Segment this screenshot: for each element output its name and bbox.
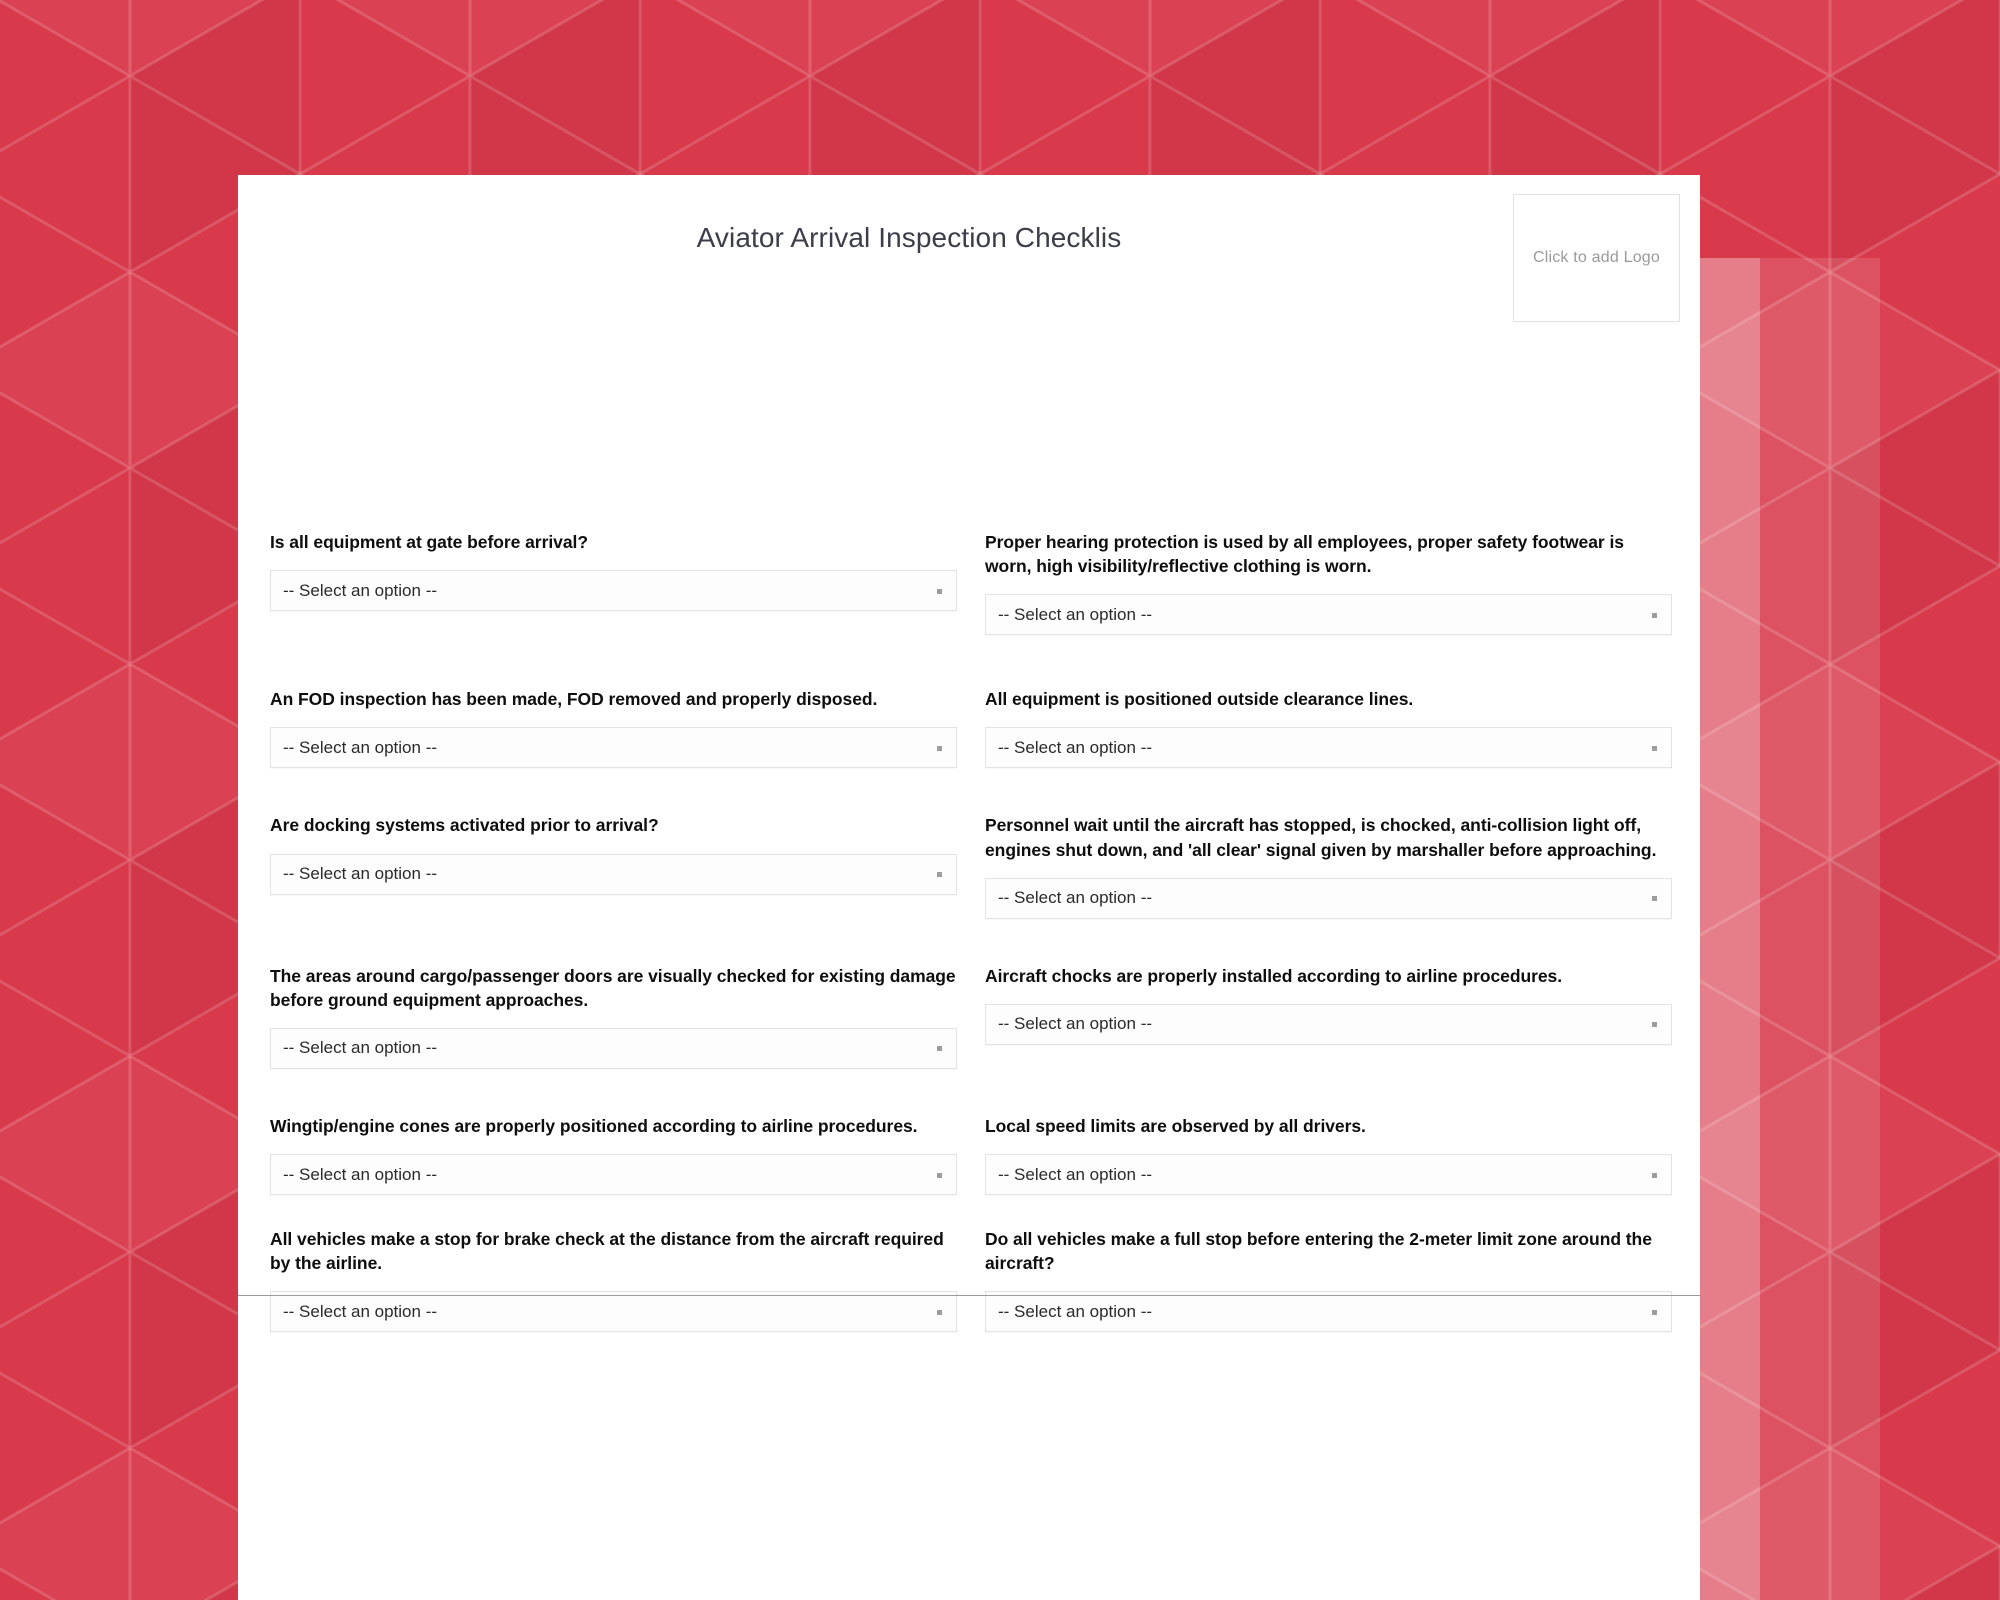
question-label: Proper hearing protection is used by all… xyxy=(985,532,1624,577)
chevron-down-icon xyxy=(1652,896,1657,902)
question-label: The areas around cargo/passenger doors a… xyxy=(270,965,956,1010)
answer-select[interactable]: -- Select an option -- xyxy=(270,570,957,612)
question-cell-right: Aircraft chocks are properly installed a… xyxy=(970,964,1672,1045)
form-bottom-divider xyxy=(238,1295,1700,1296)
question-row: An FOD inspection has been made, FOD rem… xyxy=(255,687,1683,769)
chevron-down-icon xyxy=(937,745,942,751)
question-cell-left: An FOD inspection has been made, FOD rem… xyxy=(255,687,957,769)
question-row: Wingtip/engine cones are properly positi… xyxy=(255,1114,1683,1196)
answer-select[interactable]: -- Select an option -- xyxy=(270,1154,957,1196)
row-spacer xyxy=(255,919,1683,964)
question-row: All vehicles make a stop for brake check… xyxy=(255,1227,1683,1333)
answer-select-value: -- Select an option -- xyxy=(283,1301,438,1321)
question-label: Aircraft chocks are properly installed a… xyxy=(985,965,1563,986)
answer-select-value: -- Select an option -- xyxy=(283,1164,438,1184)
question-label: Local speed limits are observed by all d… xyxy=(985,1115,1366,1136)
question-cell-left: The areas around cargo/passenger doors a… xyxy=(255,964,957,1069)
question-label: All vehicles make a stop for brake check… xyxy=(270,1229,944,1274)
question-label: All equipment is positioned outside clea… xyxy=(985,689,1414,710)
chevron-down-icon xyxy=(1652,1022,1657,1028)
answer-select[interactable]: -- Select an option -- xyxy=(985,1291,1672,1333)
answer-select-value: -- Select an option -- xyxy=(998,737,1153,757)
question-cell-left: Is all equipment at gate before arrival?… xyxy=(255,530,957,612)
answer-select-value: -- Select an option -- xyxy=(283,1038,438,1058)
question-row: Are docking systems activated prior to a… xyxy=(255,813,1683,919)
question-row: Is all equipment at gate before arrival?… xyxy=(255,530,1683,636)
answer-select[interactable]: -- Select an option -- xyxy=(985,1003,1672,1045)
answer-select-value: -- Select an option -- xyxy=(283,864,438,884)
chevron-down-icon xyxy=(937,588,942,594)
logo-placeholder-label: Click to add Logo xyxy=(1532,249,1661,266)
question-label: An FOD inspection has been made, FOD rem… xyxy=(270,689,878,710)
answer-select-value: -- Select an option -- xyxy=(283,580,438,600)
answer-select[interactable]: -- Select an option -- xyxy=(270,727,957,769)
question-label: Are docking systems activated prior to a… xyxy=(270,815,659,836)
question-cell-right: Do all vehicles make a full stop before … xyxy=(970,1227,1672,1333)
answer-select[interactable]: -- Select an option -- xyxy=(985,727,1672,769)
chevron-down-icon xyxy=(1652,1309,1657,1315)
answer-select-value: -- Select an option -- xyxy=(998,1164,1153,1184)
page-title: Aviator Arrival Inspection Checklis xyxy=(696,222,1122,253)
row-spacer xyxy=(255,1195,1683,1227)
answer-select[interactable]: -- Select an option -- xyxy=(270,1291,957,1333)
answer-select-value: -- Select an option -- xyxy=(283,737,438,757)
question-label: Wingtip/engine cones are properly positi… xyxy=(270,1115,918,1136)
question-cell-right: Local speed limits are observed by all d… xyxy=(970,1114,1672,1196)
question-label: Do all vehicles make a full stop before … xyxy=(985,1229,1652,1274)
question-cell-left: Wingtip/engine cones are properly positi… xyxy=(255,1114,957,1196)
chevron-down-icon xyxy=(937,1046,942,1052)
question-cell-right: Proper hearing protection is used by all… xyxy=(970,530,1672,636)
row-spacer xyxy=(255,768,1683,813)
answer-select-value: -- Select an option -- xyxy=(998,888,1153,908)
chevron-down-icon xyxy=(1652,1172,1657,1178)
chevron-down-icon xyxy=(1652,745,1657,751)
question-cell-right: Personnel wait until the aircraft has st… xyxy=(970,813,1672,919)
row-spacer xyxy=(255,635,1683,687)
card-header: Aviator Arrival Inspection Checklis Clic… xyxy=(238,175,1700,322)
question-cell-left: Are docking systems activated prior to a… xyxy=(255,813,957,895)
answer-select[interactable]: -- Select an option -- xyxy=(985,877,1672,919)
answer-select[interactable]: -- Select an option -- xyxy=(985,1154,1672,1196)
answer-select-value: -- Select an option -- xyxy=(998,604,1153,624)
answer-select-value: -- Select an option -- xyxy=(998,1014,1153,1034)
question-row: The areas around cargo/passenger doors a… xyxy=(255,964,1683,1069)
form-card: Aviator Arrival Inspection Checklis Clic… xyxy=(238,175,1700,1600)
answer-select[interactable]: -- Select an option -- xyxy=(270,853,957,895)
chevron-down-icon xyxy=(937,1309,942,1315)
question-label: Is all equipment at gate before arrival? xyxy=(270,532,588,552)
question-cell-right: All equipment is positioned outside clea… xyxy=(970,687,1672,769)
question-cell-left: All vehicles make a stop for brake check… xyxy=(255,1227,957,1333)
chevron-down-icon xyxy=(1652,612,1657,618)
question-label: Personnel wait until the aircraft has st… xyxy=(985,815,1657,860)
checklist-form: Is all equipment at gate before arrival?… xyxy=(255,530,1683,1333)
logo-upload-placeholder[interactable]: Click to add Logo xyxy=(1513,194,1680,322)
chevron-down-icon xyxy=(937,872,942,878)
answer-select[interactable]: -- Select an option -- xyxy=(270,1027,957,1069)
answer-select[interactable]: -- Select an option -- xyxy=(985,594,1672,636)
chevron-down-icon xyxy=(937,1172,942,1178)
row-spacer xyxy=(255,1069,1683,1114)
answer-select-value: -- Select an option -- xyxy=(998,1301,1153,1321)
